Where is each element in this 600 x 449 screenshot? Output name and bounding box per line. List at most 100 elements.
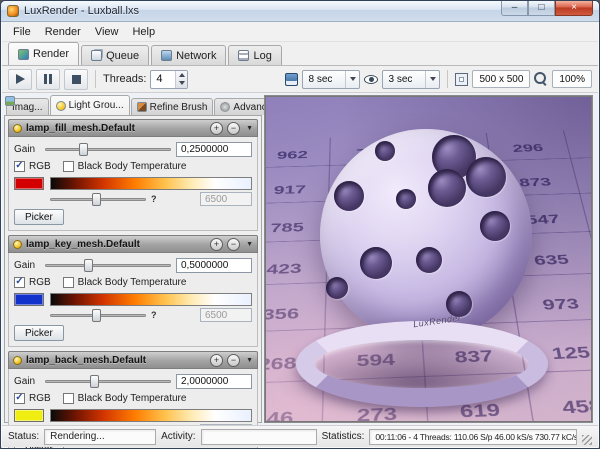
tab-network[interactable]: Network: [151, 45, 227, 65]
slider-handle[interactable]: [90, 374, 100, 388]
slider-handle[interactable]: [92, 308, 102, 322]
resume-render-button[interactable]: [8, 68, 32, 90]
tab-light-groups[interactable]: Light Grou...: [49, 95, 130, 115]
panel-tab-bar: Imag... Light Grou... Refine Brush Advan…: [4, 95, 282, 115]
title-bar[interactable]: LuxRender - Luxball.lxs – □ ×: [1, 1, 599, 22]
close-button[interactable]: ×: [555, 1, 593, 16]
zoom-icon: [534, 72, 548, 86]
group-enable-button[interactable]: +: [210, 237, 224, 251]
stop-render-button[interactable]: [64, 68, 88, 90]
rgb-checkbox[interactable]: ✓: [14, 159, 25, 172]
gain-value: 2,0000000: [181, 375, 229, 387]
gain-slider[interactable]: [45, 258, 171, 272]
menu-help[interactable]: Help: [125, 24, 162, 40]
tab-imaging[interactable]: Imag...: [5, 96, 49, 115]
blackbody-checkbox[interactable]: [62, 161, 74, 172]
minimize-button[interactable]: –: [501, 1, 528, 16]
save-interval-arrow[interactable]: [345, 70, 359, 88]
gain-row: Gain 0,2500000: [14, 140, 252, 158]
tab-refine-brush[interactable]: Refine Brush: [130, 98, 214, 115]
blackbody-label: Black Body Temperature: [77, 277, 187, 288]
pause-render-button[interactable]: [36, 68, 60, 90]
group-solo-button[interactable]: −: [227, 353, 241, 367]
tab-render[interactable]: Render: [8, 42, 80, 65]
menu-file[interactable]: File: [6, 24, 38, 40]
spinner-arrows[interactable]: [175, 70, 188, 88]
threads-spinner[interactable]: 4: [150, 69, 189, 89]
group-solo-button[interactable]: −: [227, 237, 241, 251]
light-group-header[interactable]: lamp_key_mesh.Default + − ▼: [8, 235, 258, 253]
menu-view[interactable]: View: [88, 24, 126, 40]
rgb-checkbox[interactable]: ✓: [14, 392, 25, 404]
group-enable-button[interactable]: +: [210, 353, 224, 367]
tab-network-label: Network: [176, 49, 217, 62]
save-interval-combo[interactable]: 8 sec: [302, 69, 361, 89]
window-controls: – □ ×: [501, 1, 593, 16]
spin-up-icon[interactable]: [178, 72, 185, 77]
collapse-caret-icon[interactable]: ▼: [244, 357, 253, 364]
color-mode-row: ✓ RGB Black Body Temperature: [14, 159, 252, 174]
picker-row: Picker: [14, 324, 252, 342]
slider-handle[interactable]: [79, 142, 89, 156]
close-icon: ×: [571, 2, 577, 13]
dropdown-arrow-icon: [349, 77, 356, 81]
color-swatch[interactable]: [14, 177, 44, 190]
toolbar-separator: [447, 70, 449, 88]
plus-icon: +: [213, 122, 220, 133]
imaging-tab-icon: [5, 96, 15, 106]
swatch-row: [14, 407, 252, 424]
rgb-label: RGB: [29, 161, 51, 172]
color-mode-row: ✓ RGB Black Body Temperature: [14, 391, 252, 406]
ball-stand-ring: [296, 321, 548, 407]
color-mode-row: ✓ RGB Black Body Temperature: [14, 275, 252, 290]
render-toolbar: Threads: 4 8 sec 3 sec 500 x 500 100%: [2, 66, 598, 93]
temperature-value-box: 6500: [200, 192, 252, 206]
save-interval-icon: [285, 72, 299, 86]
check-icon: ✓: [15, 159, 24, 171]
display-interval-arrow[interactable]: [425, 70, 439, 88]
color-swatch[interactable]: [14, 409, 44, 422]
advanced-tab-icon: [220, 102, 231, 112]
gain-row: Gain 0,5000000: [14, 256, 252, 274]
temperature-slider[interactable]: [50, 192, 146, 206]
color-picker-button[interactable]: Picker: [14, 209, 64, 225]
main-tab-bar: Render Queue Network Log: [2, 42, 598, 66]
slider-handle[interactable]: [92, 192, 102, 206]
sphere-hole-cluster: [428, 169, 466, 207]
spin-down-icon[interactable]: [178, 81, 185, 86]
collapse-caret-icon[interactable]: ▼: [244, 241, 253, 248]
status-label: Status:: [8, 431, 40, 442]
color-swatch[interactable]: [14, 293, 44, 306]
collapse-caret-icon[interactable]: ▼: [244, 125, 253, 132]
light-group-header[interactable]: lamp_back_mesh.Default + − ▼: [8, 351, 258, 369]
group-enable-button[interactable]: +: [210, 121, 224, 135]
group-solo-button[interactable]: −: [227, 121, 241, 135]
maximize-icon: □: [538, 2, 545, 13]
light-group-header[interactable]: lamp_fill_mesh.Default + − ▼: [8, 119, 258, 137]
blackbody-checkbox[interactable]: [62, 277, 74, 288]
tab-log[interactable]: Log: [228, 45, 282, 65]
gain-value-box[interactable]: 2,0000000: [176, 373, 252, 389]
light-bulb-icon: [13, 123, 22, 133]
gain-slider[interactable]: [45, 142, 171, 156]
window-title: LuxRender - Luxball.lxs: [24, 5, 139, 17]
gain-label: Gain: [14, 375, 36, 387]
menu-render[interactable]: Render: [38, 24, 88, 40]
blackbody-checkbox[interactable]: [62, 393, 74, 404]
slider-handle[interactable]: [84, 258, 94, 272]
gain-slider[interactable]: [45, 374, 171, 388]
gain-value-box[interactable]: 0,5000000: [176, 257, 252, 273]
zoom-level-display[interactable]: 100%: [552, 70, 592, 88]
gain-value-box[interactable]: 0,2500000: [176, 141, 252, 157]
rgb-checkbox[interactable]: ✓: [14, 276, 25, 288]
temperature-slider[interactable]: [50, 308, 146, 322]
rgb-label: RGB: [29, 277, 51, 288]
stop-icon: [71, 74, 81, 84]
tab-queue[interactable]: Queue: [81, 45, 150, 65]
render-tab-icon: [18, 48, 29, 60]
color-picker-button[interactable]: Picker: [14, 325, 64, 341]
maximize-button[interactable]: □: [528, 1, 555, 16]
resize-grip[interactable]: [582, 435, 592, 445]
rendered-image[interactable]: 185 962 734 518 296 462 917 385 249 873 …: [266, 97, 591, 421]
display-interval-combo[interactable]: 3 sec: [382, 69, 441, 89]
